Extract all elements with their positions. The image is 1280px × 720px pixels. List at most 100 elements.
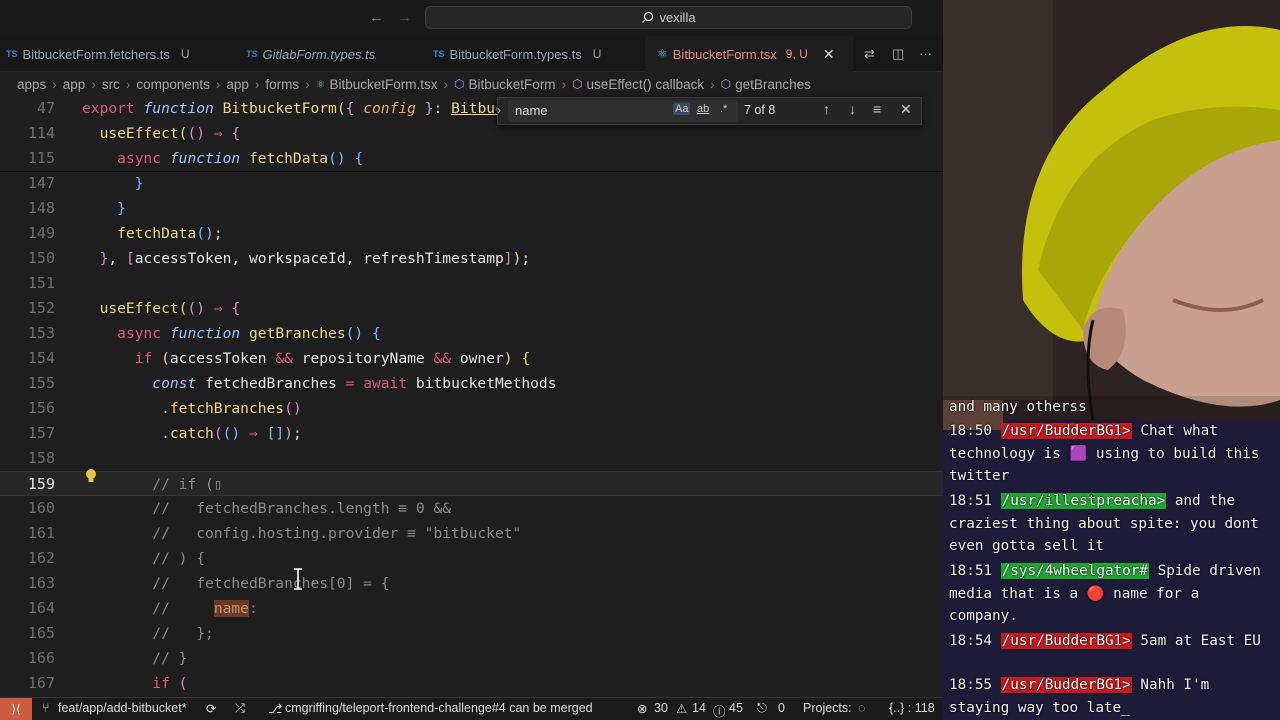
line-number: 152 — [27, 299, 55, 317]
whole-word-toggle[interactable]: ab — [697, 103, 709, 115]
match-case-toggle[interactable]: Aa — [673, 103, 691, 115]
breadcrumb-item[interactable]: src — [102, 77, 120, 92]
code-line[interactable]: 166 // } — [0, 646, 943, 671]
find-widget: › name Aa ab .* 7 of 8 ↑ ↓ ≡ ✕ — [497, 97, 922, 125]
code-line[interactable]: 150 }, [accessToken, workspaceId, refres… — [0, 246, 943, 271]
code-line[interactable]: 149 fetchData(); — [0, 221, 943, 246]
line-number: 160 — [27, 499, 55, 517]
chat-text: 5am at East EU — [1140, 633, 1261, 649]
code-text: // ) { — [152, 550, 206, 567]
code-line[interactable]: 152 useEffect(() ⇒ { — [0, 296, 943, 321]
code-line[interactable]: 154 if (accessToken && repositoryName &&… — [0, 346, 943, 371]
pull-request-status[interactable]: cmgriffing/teleport-frontend-challenge#4… — [285, 701, 593, 715]
code-line[interactable]: 151 — [0, 271, 943, 296]
code-line[interactable]: 147 } — [0, 171, 943, 196]
breadcrumb-item[interactable]: getBranches — [735, 77, 811, 92]
title-bar: ← → vexilla — [0, 0, 943, 36]
typescript-icon: TS — [433, 49, 445, 59]
breadcrumb-item[interactable]: app — [63, 77, 86, 92]
breadcrumb-item[interactable]: components — [136, 77, 210, 92]
back-arrow-icon[interactable]: ← — [369, 9, 384, 26]
breadcrumb-item[interactable]: apps — [17, 77, 46, 92]
forward-arrow-icon[interactable]: → — [397, 9, 412, 26]
previous-match-icon[interactable]: ↑ — [823, 101, 830, 117]
warning-count[interactable]: 14 — [692, 701, 706, 715]
command-center-label: vexilla — [659, 10, 696, 25]
code-line[interactable]: 155 const fetchedBranches = await bitbuc… — [0, 371, 943, 396]
tab-bitbucketform-types[interactable]: TS BitbucketForm.types.ts U — [433, 36, 633, 72]
typescript-icon: TS — [246, 49, 258, 59]
breadcrumb-item[interactable]: BitbucketForm — [469, 77, 556, 92]
code-line[interactable]: 163 // fetchedBranches[0] = { — [0, 571, 943, 596]
line-number: 161 — [27, 524, 55, 542]
breadcrumb-item[interactable]: BitbucketForm.tsx — [330, 77, 438, 92]
code-area[interactable]: 47 export function BitbucketForm({ config… — [0, 96, 943, 700]
git-branch[interactable]: feat/app/add-bitbucket* — [58, 701, 187, 715]
info-icon: ⓘ — [713, 705, 726, 719]
more-actions-icon[interactable]: ··· — [919, 46, 932, 61]
code-text: // }; — [152, 625, 214, 642]
code-line[interactable]: 115 async function fetchData() { — [0, 146, 943, 172]
match-count: 7 of 8 — [744, 103, 776, 117]
search-icon — [642, 11, 654, 23]
line-number: 162 — [27, 549, 55, 567]
code-line[interactable]: 167 if ( — [0, 671, 943, 696]
error-icon: ⊗ — [637, 702, 648, 716]
code-line[interactable]: 156 .fetchBranches() — [0, 396, 943, 421]
code-text: useEffect(() ⇒ { — [99, 300, 241, 317]
tab-gitlabform-types[interactable]: TS GitlabForm.types.ts — [246, 36, 416, 72]
breadcrumb-item[interactable]: forms — [265, 77, 299, 92]
code-line[interactable]: 161 // config.hosting.provider ≡ "bitbuc… — [0, 521, 943, 546]
code-line[interactable]: 157 .catch(() ⇒ []); — [0, 421, 943, 446]
split-editor-icon[interactable]: ◫ — [892, 46, 904, 62]
code-text: useEffect(() ⇒ { — [99, 125, 241, 142]
language-status[interactable]: {..} : 118 — [889, 701, 935, 715]
sync-icon[interactable]: ⟳ — [206, 701, 216, 716]
tab-label: BitbucketForm.tsx — [672, 46, 777, 62]
warning-icon: ⚠ — [676, 702, 688, 716]
close-tab-icon[interactable]: ✕ — [823, 46, 835, 63]
code-text: if (accessToken && repositoryName && own… — [134, 350, 531, 367]
line-number: 114 — [27, 124, 55, 142]
code-line[interactable]: 148 } — [0, 196, 943, 221]
tab-bitbucketform-tsx[interactable]: ⚛ BitbucketForm.tsx 9, U ✕ — [645, 36, 853, 72]
chat-timestamp: 18:51 — [949, 493, 1001, 509]
error-count[interactable]: 30 — [654, 701, 668, 715]
chat-text: and many otherss — [949, 399, 1087, 415]
breadcrumb-item[interactable]: app — [226, 77, 249, 92]
code-text: // if (▯ — [152, 476, 223, 493]
text-cursor-icon — [294, 568, 302, 590]
code-line[interactable]: 153 async function getBranches() { — [0, 321, 943, 346]
next-match-icon[interactable]: ↓ — [849, 101, 856, 117]
code-text: .fetchBranches() — [82, 400, 302, 417]
find-in-selection-icon[interactable]: ≡ — [873, 101, 881, 117]
lightbulb-icon[interactable] — [84, 468, 98, 484]
pull-request-icon: ⎇ — [268, 702, 283, 716]
compare-icon[interactable]: ⇄ — [864, 46, 875, 62]
code-text: if ( — [152, 675, 188, 692]
line-number: 157 — [27, 424, 55, 442]
close-find-icon[interactable]: ✕ — [900, 101, 912, 118]
code-line[interactable]: 164 // name: — [0, 596, 943, 621]
breadcrumb-item[interactable]: useEffect() callback — [587, 77, 705, 92]
projects-status[interactable]: Projects: — [803, 701, 852, 715]
code-editor-window: ← → vexilla TS BitbucketForm.fetchers.ts… — [0, 0, 943, 720]
code-text: fetchData(); — [117, 225, 223, 242]
code-line[interactable]: 160 // fetchedBranches.length ≡ 0 && — [0, 496, 943, 521]
info-count[interactable]: 45 — [729, 701, 743, 715]
remote-indicator-icon[interactable]: ⟩⟨ — [0, 698, 32, 720]
code-line[interactable]: 159 // if (▯ — [0, 471, 943, 496]
code-line[interactable]: 162 // ) { — [0, 546, 943, 571]
code-text: async function fetchData() { — [117, 150, 364, 167]
toggle-replace-icon[interactable]: › — [497, 103, 501, 117]
chat-message: 18:54 /usr/BudderBG1> 5am at East EU — [949, 630, 1275, 653]
line-number: 154 — [27, 349, 55, 367]
command-center-search[interactable]: vexilla — [425, 6, 912, 29]
tab-bitbucketform-fetchers[interactable]: TS BitbucketForm.fetchers.ts U — [6, 36, 228, 72]
line-number: 165 — [27, 624, 55, 642]
ports-count[interactable]: 0 — [778, 701, 785, 715]
line-number: 151 — [27, 274, 55, 292]
code-line[interactable]: 165 // }; — [0, 621, 943, 646]
code-line[interactable]: 158 — [0, 446, 943, 471]
regex-toggle[interactable]: .* — [720, 103, 727, 115]
